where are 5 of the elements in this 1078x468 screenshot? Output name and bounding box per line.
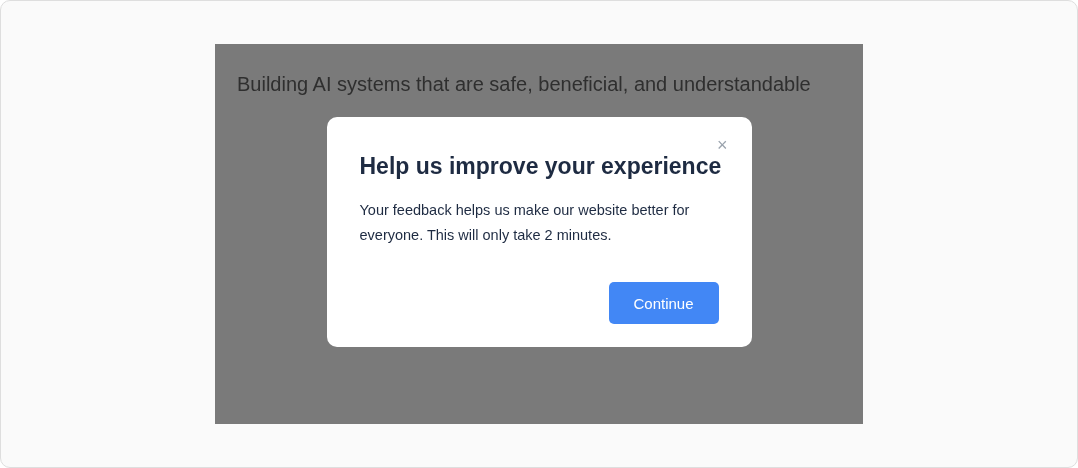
dialog-title: Help us improve your experience: [359, 152, 719, 181]
blurred-headline: Building AI systems that are safe, beneficial, and understandable: [237, 73, 811, 96]
close-button[interactable]: ×: [715, 136, 730, 154]
dialog-message: Your feedback helps us make our website better for everyone. This will only take 2 minutes.: [359, 201, 691, 245]
continue-button[interactable]: Continue: [608, 282, 719, 324]
